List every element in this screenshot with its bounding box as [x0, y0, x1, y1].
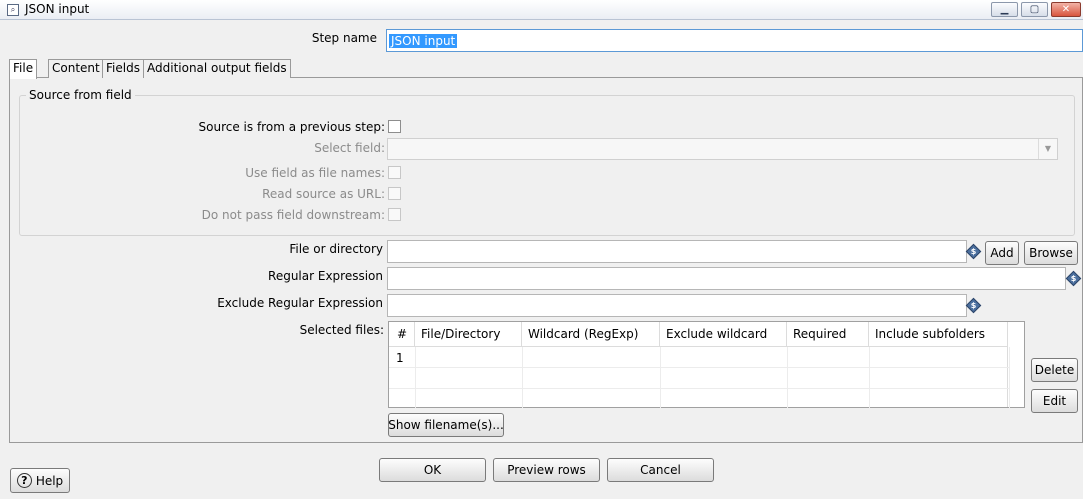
regular-expression-input[interactable]: [387, 267, 1066, 290]
select-field-label: Select field:: [314, 141, 385, 155]
read-source-as-url-label: Read source as URL:: [262, 187, 385, 201]
chevron-down-icon: ▼: [1038, 139, 1057, 159]
regular-expression-label: Regular Expression: [268, 269, 383, 283]
exclude-regular-expression-label: Exclude Regular Expression: [217, 296, 383, 310]
do-not-pass-field-downstream-label: Do not pass field downstream:: [201, 208, 385, 222]
table-row-index[interactable]: 1: [396, 351, 404, 365]
selected-files-label: Selected files:: [299, 323, 384, 337]
step-name-label: Step name: [311, 31, 377, 45]
table-header-wildcard[interactable]: Wildcard (RegExp): [522, 322, 660, 347]
step-name-value: JSON input: [389, 34, 458, 48]
file-or-directory-input[interactable]: [387, 240, 967, 263]
show-filenames-button[interactable]: Show filename(s)...: [388, 413, 504, 437]
source-from-previous-step-checkbox[interactable]: [388, 120, 401, 133]
title-bar: [0, 0, 1083, 20]
table-header-required[interactable]: Required: [787, 322, 869, 347]
tab-content[interactable]: Content: [48, 59, 104, 78]
app-icon: ⌕: [7, 4, 19, 16]
table-header-file-directory[interactable]: File/Directory: [415, 322, 522, 347]
select-field-dropdown[interactable]: ▼: [387, 138, 1058, 160]
source-from-field-title: Source from field: [26, 88, 135, 102]
step-name-input[interactable]: JSON input: [386, 29, 1083, 52]
ok-button[interactable]: OK: [379, 458, 486, 482]
help-button-label: Help: [35, 473, 64, 488]
use-field-as-file-names-label: Use field as file names:: [245, 166, 385, 180]
minimize-icon[interactable]: ▁: [991, 2, 1018, 17]
edit-button[interactable]: Edit: [1031, 389, 1078, 413]
tab-fields[interactable]: Fields: [102, 59, 144, 78]
close-icon[interactable]: ✕: [1051, 2, 1081, 17]
tab-file[interactable]: File: [9, 59, 38, 79]
window-title: JSON input: [25, 2, 90, 16]
help-icon: ?: [16, 473, 32, 488]
source-from-previous-step-label: Source is from a previous step:: [198, 120, 385, 134]
cancel-button[interactable]: Cancel: [607, 458, 714, 482]
use-field-as-file-names-checkbox[interactable]: [388, 166, 401, 179]
preview-rows-button[interactable]: Preview rows: [493, 458, 600, 482]
selected-files-table[interactable]: # File/Directory Wildcard (RegExp) Exclu…: [388, 321, 1025, 408]
table-header-exclude-wildcard[interactable]: Exclude wildcard: [660, 322, 787, 347]
delete-button[interactable]: Delete: [1031, 358, 1078, 382]
table-header-include-subfolders[interactable]: Include subfolders: [869, 322, 1009, 347]
exclude-regular-expression-input[interactable]: [387, 294, 967, 317]
maximize-icon[interactable]: ▢: [1021, 2, 1048, 17]
add-button[interactable]: Add: [985, 241, 1019, 265]
tab-additional-output-fields[interactable]: Additional output fields: [143, 59, 291, 78]
browse-button[interactable]: Browse: [1024, 241, 1078, 265]
file-or-directory-label: File or directory: [289, 242, 383, 256]
help-button[interactable]: ? Help: [10, 468, 70, 493]
read-source-as-url-checkbox[interactable]: [388, 187, 401, 200]
table-header-index[interactable]: #: [389, 322, 415, 347]
do-not-pass-field-downstream-checkbox[interactable]: [388, 208, 401, 221]
